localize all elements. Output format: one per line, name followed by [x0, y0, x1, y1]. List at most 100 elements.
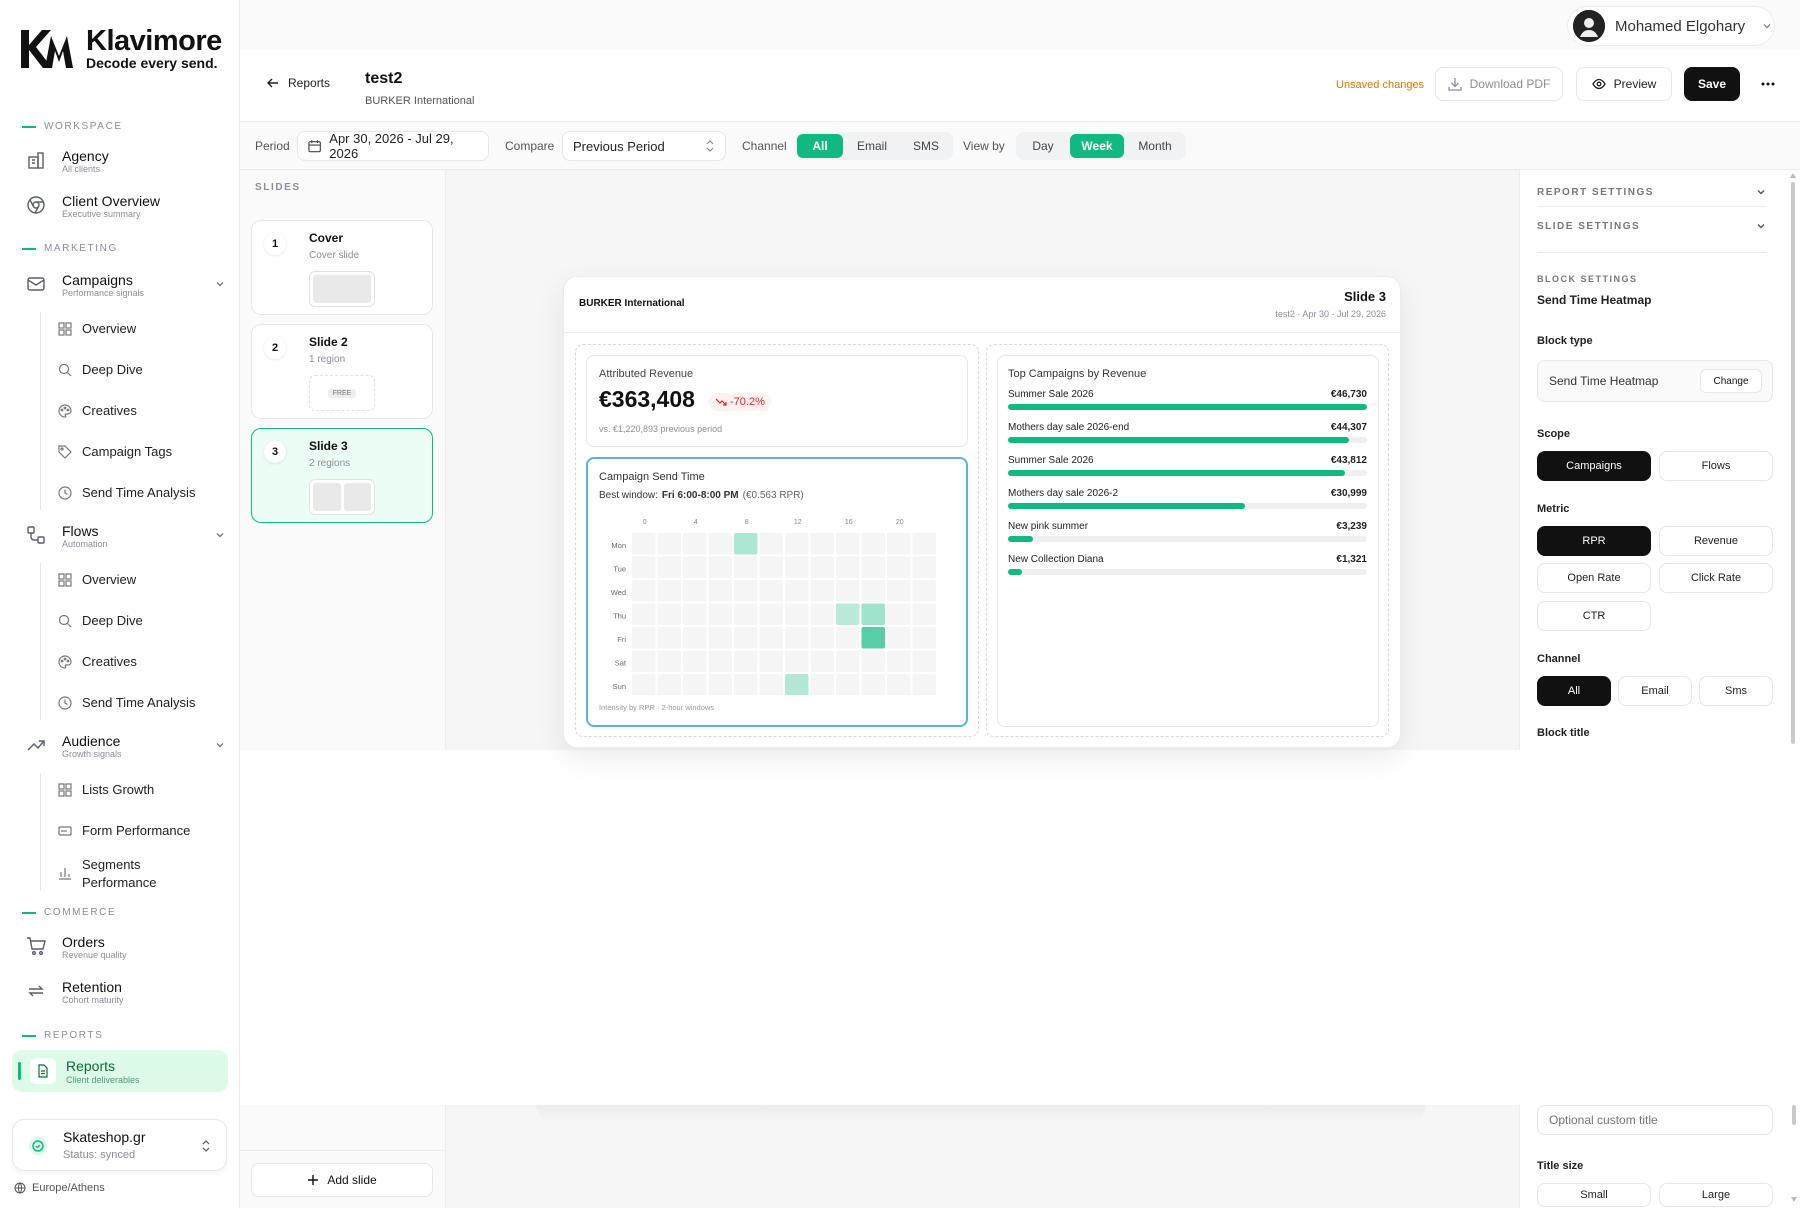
send-time-heatmap: 0 4 8 12 16 20 Mon Tue Wed Thu Fri Sat Sun [611, 519, 936, 695]
slide-card-3[interactable]: 3 Slide 3 2 regions [251, 428, 433, 523]
chevron-updown-icon [706, 140, 714, 152]
download-pdf-button[interactable]: Download PDF [1435, 67, 1563, 101]
heatmap-hour-label: 0 [643, 519, 647, 526]
title-size-large[interactable]: Large [1659, 1183, 1773, 1207]
user-menu[interactable]: Mohamed Elgohary [1567, 6, 1775, 46]
more-icon[interactable] [1760, 78, 1776, 90]
campaigns-send-time[interactable]: Send Time Analysis [58, 485, 195, 500]
title-size-small[interactable]: Small [1537, 1183, 1651, 1207]
preview-button[interactable]: Preview [1576, 67, 1672, 101]
nav-client-overview[interactable]: Client Overview Executive summary [26, 193, 226, 220]
scope-campaigns[interactable]: Campaigns [1537, 451, 1651, 481]
add-slide-label: Add slide [327, 1173, 377, 1187]
metric-open-rate[interactable]: Open Rate [1537, 563, 1651, 593]
chevron-down-icon[interactable] [214, 739, 226, 751]
chevron-down-icon[interactable] [214, 529, 226, 541]
nav-orders-sub: Revenue quality [62, 950, 127, 960]
heatmap-cell [632, 556, 656, 578]
block-name: Send Time Heatmap [1537, 293, 1652, 307]
view-week[interactable]: Week [1070, 134, 1124, 158]
audience-tree-line [40, 773, 41, 891]
period-picker[interactable]: Apr 30, 2026 - Jul 29, 2026 [297, 131, 489, 161]
slide-card-2[interactable]: 2 Slide 2 1 region FREE [251, 324, 433, 419]
grid-icon [58, 782, 72, 797]
campaigns-creatives[interactable]: Creatives [58, 403, 137, 418]
view-month[interactable]: Month [1126, 134, 1184, 158]
nav-agency[interactable]: Agency All clients [26, 148, 226, 175]
back-to-reports[interactable]: Reports [266, 76, 330, 90]
flows-creatives-label: Creatives [82, 654, 137, 669]
heatmap-cell [708, 533, 732, 555]
report-settings-header[interactable]: REPORT SETTINGS [1537, 187, 1654, 198]
heatmap-cell [836, 650, 860, 672]
nav-campaigns[interactable]: Campaigns Performance signals [26, 272, 226, 299]
audience-lists-growth[interactable]: Lists Growth [58, 782, 154, 797]
chevron-down-icon[interactable] [1755, 186, 1767, 198]
channel-setting-email[interactable]: Email [1618, 676, 1692, 706]
chevron-down-icon[interactable] [1755, 220, 1767, 232]
metric-click-rate[interactable]: Click Rate [1659, 563, 1773, 593]
heatmap-hour-label: 20 [896, 519, 904, 526]
channel-setting-sms[interactable]: Sms [1699, 676, 1773, 706]
heatmap-hour-label: 16 [845, 519, 853, 526]
scope-flows[interactable]: Flows [1659, 451, 1773, 481]
compare-label: Compare [505, 139, 555, 153]
send-time-heatmap-block[interactable]: Campaign Send Time Best window: Fri 6:00… [586, 457, 968, 727]
heatmap-cell [683, 580, 707, 602]
flows-overview-label: Overview [82, 572, 137, 587]
slide-card-1[interactable]: 1 Cover Cover slide [251, 220, 433, 315]
save-button[interactable]: Save [1684, 67, 1740, 101]
nav-retention[interactable]: Retention Cohort maturity [26, 979, 226, 1006]
audience-segments-performance[interactable]: Segments Performance [58, 856, 202, 892]
view-by-label: View by [963, 139, 1005, 153]
channel-sms[interactable]: SMS [901, 134, 951, 158]
metric-revenue[interactable]: Revenue [1659, 526, 1773, 556]
tag-icon [58, 444, 72, 459]
flows-creatives[interactable]: Creatives [58, 654, 137, 669]
heatmap-cell [810, 533, 834, 555]
campaigns-tags[interactable]: Campaign Tags [58, 444, 172, 459]
chevron-down-icon[interactable] [214, 278, 226, 290]
audience-form-performance[interactable]: Form Performance [58, 823, 190, 838]
campaign-value: €30,999 [1330, 488, 1367, 499]
nav-flows[interactable]: Flows Automation [26, 523, 226, 550]
revenue-block[interactable]: Attributed Revenue €363,408 -70.2% vs. €… [586, 355, 968, 447]
heatmap-cell [785, 627, 809, 649]
metric-rpr[interactable]: RPR [1537, 526, 1651, 556]
account-switcher[interactable]: Skateshop.gr Status: synced [12, 1119, 227, 1171]
campaigns-overview[interactable]: Overview [58, 321, 136, 336]
compare-select[interactable]: Previous Period [562, 131, 726, 161]
block-settings-header: BLOCK SETTINGS [1537, 274, 1638, 284]
flows-overview[interactable]: Overview [58, 572, 136, 587]
channel-email[interactable]: Email [845, 134, 899, 158]
nav-retention-label: Retention [62, 979, 122, 995]
slide-settings-header[interactable]: SLIDE SETTINGS [1537, 221, 1640, 232]
view-day[interactable]: Day [1018, 134, 1068, 158]
block-title-input[interactable] [1537, 1105, 1773, 1135]
nav-orders[interactable]: Orders Revenue quality [26, 934, 226, 961]
change-block-button[interactable]: Change [1700, 369, 1762, 393]
section-marketing: MARKETING [22, 243, 118, 254]
heatmap-day-label: Tue [613, 564, 626, 573]
timezone-label: Europe/Athens [32, 1182, 105, 1194]
nav-audience[interactable]: Audience Growth signals [26, 733, 226, 760]
channel-all[interactable]: All [797, 134, 843, 158]
nav-reports[interactable]: Reports Client deliverables [12, 1050, 228, 1092]
flows-deep-dive[interactable]: Deep Dive [58, 613, 143, 628]
add-slide-button[interactable]: Add slide [251, 1163, 433, 1197]
campaign-value: €1,321 [1336, 554, 1367, 565]
channel-setting-all[interactable]: All [1537, 676, 1611, 706]
campaigns-deep-dive[interactable]: Deep Dive [58, 362, 143, 377]
timezone[interactable]: Europe/Athens [14, 1182, 105, 1194]
divider [1537, 206, 1767, 207]
flows-send-time[interactable]: Send Time Analysis [58, 695, 195, 710]
top-campaigns-block[interactable]: Top Campaigns by Revenue Summer Sale 202… [997, 355, 1379, 727]
metric-ctr[interactable]: CTR [1537, 601, 1651, 631]
campaign-value: €46,730 [1330, 389, 1367, 400]
channel-label: Channel [742, 139, 787, 153]
region-left[interactable]: Attributed Revenue €363,408 -70.2% vs. €… [575, 344, 979, 737]
region-right[interactable]: Top Campaigns by Revenue Summer Sale 202… [986, 344, 1389, 737]
settings-scrollbar[interactable] [1790, 170, 1796, 748]
brand-logo[interactable]: Klavimore Decode every send. [18, 26, 222, 72]
scrollbar-lower [1791, 1105, 1797, 1202]
